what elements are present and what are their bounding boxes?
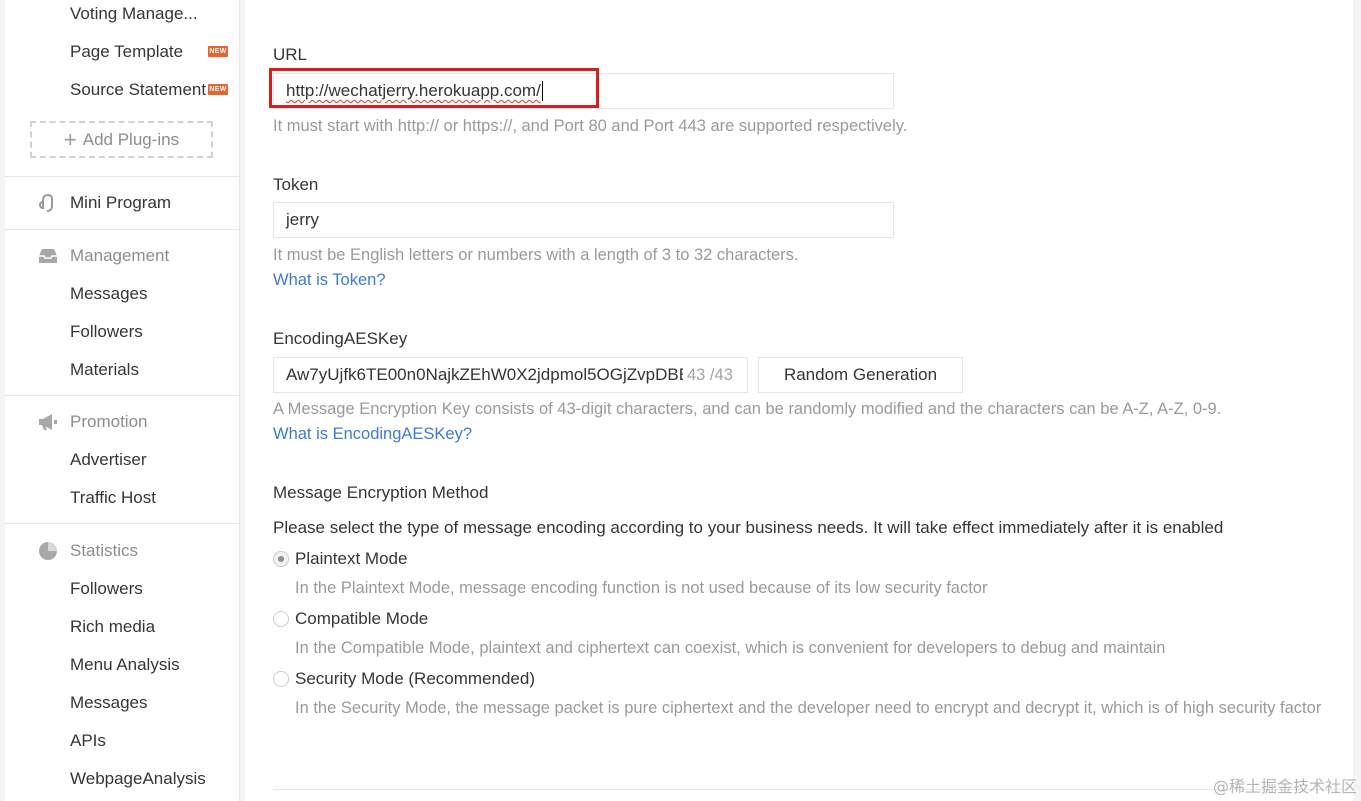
add-plugins-button[interactable]: + Add Plug-ins	[30, 121, 213, 158]
sidebar-section-management: Management	[70, 246, 170, 265]
sidebar-item-source-statement[interactable]: Source Statement	[70, 80, 206, 100]
sidebar-item-page-template[interactable]: Page Template	[70, 42, 183, 62]
sidebar-divider	[5, 176, 240, 177]
aes-key-input[interactable]: Aw7yUjfk6TE00n0NajkZEhW0X2jdpmol5OGjZvpD…	[273, 357, 748, 393]
megaphone-icon	[39, 414, 57, 430]
radio-compatible-mode[interactable]: Compatible Mode	[273, 609, 428, 629]
aes-key-label: EncodingAESKey	[273, 329, 408, 348]
inbox-icon	[39, 249, 57, 263]
radio-button-checked[interactable]	[273, 551, 289, 567]
sidebar: Voting Manage... Page Template NEW Sourc…	[5, 0, 240, 801]
radio-label: Compatible Mode	[295, 609, 429, 628]
sidebar-item-traffic-host[interactable]: Traffic Host	[70, 488, 156, 508]
sidebar-item-followers[interactable]: Followers	[70, 322, 143, 342]
url-hint: It must start with http:// or https://, …	[273, 117, 908, 135]
encryption-method-label: Message Encryption Method	[273, 483, 489, 502]
sidebar-item-rich-media[interactable]: Rich media	[70, 617, 155, 637]
plaintext-mode-description: In the Plaintext Mode, message encoding …	[295, 579, 988, 597]
plus-icon: +	[63, 126, 77, 152]
url-highlight-annotation	[269, 68, 599, 108]
url-label: URL	[273, 45, 308, 64]
random-generation-button[interactable]: Random Generation	[758, 357, 963, 393]
radio-plaintext-mode[interactable]: Plaintext Mode	[273, 549, 407, 569]
radio-label: Security Mode (Recommended)	[295, 669, 535, 688]
sidebar-section-promotion: Promotion	[70, 412, 148, 431]
radio-button[interactable]	[273, 611, 289, 627]
add-plugins-label: Add Plug-ins	[82, 129, 180, 149]
form-divider	[273, 789, 1343, 790]
sidebar-divider	[5, 523, 240, 524]
server-config-form: URL http://wechatjerry.herokuapp.com/ It…	[245, 0, 1353, 801]
sidebar-item-messages[interactable]: Messages	[70, 284, 147, 304]
aes-key-char-count: 43 /43	[687, 365, 733, 384]
radio-security-mode[interactable]: Security Mode (Recommended)	[273, 669, 535, 689]
sidebar-item-materials[interactable]: Materials	[70, 360, 139, 380]
sidebar-item-menu-analysis[interactable]: Menu Analysis	[70, 655, 180, 675]
what-is-aes-key-link[interactable]: What is EncodingAESKey?	[273, 425, 472, 444]
new-badge: NEW	[208, 84, 228, 95]
token-label: Token	[273, 175, 319, 194]
watermark: @稀土掘金技术社区	[1212, 777, 1357, 796]
sidebar-item-mini-program[interactable]: Mini Program	[70, 193, 171, 213]
pie-chart-icon	[39, 542, 57, 560]
sidebar-divider	[5, 395, 240, 396]
sidebar-section-statistics: Statistics	[70, 541, 139, 560]
sidebar-divider	[5, 229, 240, 230]
encryption-instruction: Please select the type of message encodi…	[273, 518, 1224, 537]
app-root: Voting Manage... Page Template NEW Sourc…	[0, 0, 1361, 801]
sidebar-item-apis[interactable]: APIs	[70, 731, 106, 751]
sidebar-item-webpage-analysis[interactable]: WebpageAnalysis	[70, 769, 206, 789]
token-hint: It must be English letters or numbers wi…	[273, 246, 799, 264]
what-is-token-link[interactable]: What is Token?	[273, 271, 386, 290]
sidebar-item-stat-followers[interactable]: Followers	[70, 579, 143, 599]
sidebar-item-stat-messages[interactable]: Messages	[70, 693, 147, 713]
aes-key-value: Aw7yUjfk6TE00n0NajkZEhW0X2jdpmol5OGjZvpD…	[286, 365, 683, 384]
token-input[interactable]: jerry	[273, 202, 894, 238]
security-mode-description: In the Security Mode, the message packet…	[295, 699, 1322, 717]
mini-program-icon	[38, 193, 53, 212]
token-input-value: jerry	[286, 210, 320, 229]
radio-button[interactable]	[273, 671, 289, 687]
radio-label: Plaintext Mode	[295, 549, 408, 568]
new-badge: NEW	[208, 46, 228, 57]
compatible-mode-description: In the Compatible Mode, plaintext and ci…	[295, 639, 1166, 657]
sidebar-item-advertiser[interactable]: Advertiser	[70, 450, 147, 470]
aes-key-hint: A Message Encryption Key consists of 43-…	[273, 400, 1222, 418]
sidebar-item-voting-manage[interactable]: Voting Manage...	[70, 4, 198, 24]
